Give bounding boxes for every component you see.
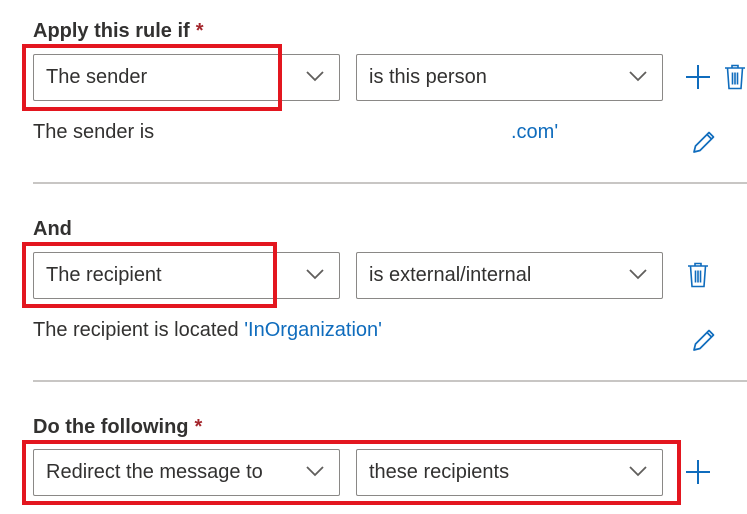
add-action-button[interactable] xyxy=(684,458,712,486)
action-operator-value: these recipients xyxy=(369,461,510,483)
edit-condition2-button[interactable] xyxy=(690,326,718,354)
action-operator-dropdown[interactable]: these recipients xyxy=(356,449,663,496)
condition2-operator-value: is external/internal xyxy=(369,264,532,286)
condition2-summary-text: The recipient is located xyxy=(33,319,239,341)
action-label: Do the following xyxy=(33,416,189,438)
divider xyxy=(33,380,747,382)
condition1-operator-value: is this person xyxy=(369,66,487,88)
condition1-summary-text: The sender is xyxy=(33,121,155,143)
condition2-label: And xyxy=(33,218,72,240)
required-mark: * xyxy=(194,416,203,438)
chevron-down-icon xyxy=(629,465,647,476)
trash-icon xyxy=(688,262,708,288)
condition2-heading: And xyxy=(33,218,72,241)
delete-condition1-button[interactable] xyxy=(721,63,747,91)
action-heading: Do the following * xyxy=(33,416,202,439)
divider xyxy=(33,182,747,184)
plus-icon xyxy=(686,460,710,484)
condition1-summary: The sender is xyxy=(33,121,154,144)
chevron-down-icon xyxy=(629,268,647,279)
condition2-summary: The recipient is located 'InOrganization… xyxy=(33,319,382,342)
delete-condition2-button[interactable] xyxy=(684,261,712,289)
condition1-field-dropdown[interactable]: The sender xyxy=(33,54,340,101)
action-field-value: Redirect the message to xyxy=(46,461,263,483)
chevron-down-icon xyxy=(306,70,324,81)
condition2-field-value: The recipient xyxy=(46,264,162,286)
add-condition-button[interactable] xyxy=(684,63,712,91)
condition2-field-dropdown[interactable]: The recipient xyxy=(33,252,340,299)
chevron-down-icon xyxy=(306,268,324,279)
condition2-summary-value-link[interactable]: 'InOrganization' xyxy=(244,319,382,341)
plus-icon xyxy=(686,65,710,89)
condition2-operator-dropdown[interactable]: is external/internal xyxy=(356,252,663,299)
condition1-summary-value-wrap: .com' xyxy=(511,121,558,144)
condition1-heading: Apply this rule if * xyxy=(33,20,203,43)
edit-condition1-button[interactable] xyxy=(690,128,718,156)
condition1-summary-value-link[interactable]: .com' xyxy=(511,121,558,143)
pencil-icon xyxy=(693,131,715,153)
pencil-icon xyxy=(693,329,715,351)
condition1-field-value: The sender xyxy=(46,66,148,88)
required-mark: * xyxy=(195,20,204,42)
chevron-down-icon xyxy=(306,465,324,476)
condition1-operator-dropdown[interactable]: is this person xyxy=(356,54,663,101)
condition1-label: Apply this rule if xyxy=(33,20,190,42)
trash-icon xyxy=(725,64,745,90)
chevron-down-icon xyxy=(629,70,647,81)
action-field-dropdown[interactable]: Redirect the message to xyxy=(33,449,340,496)
